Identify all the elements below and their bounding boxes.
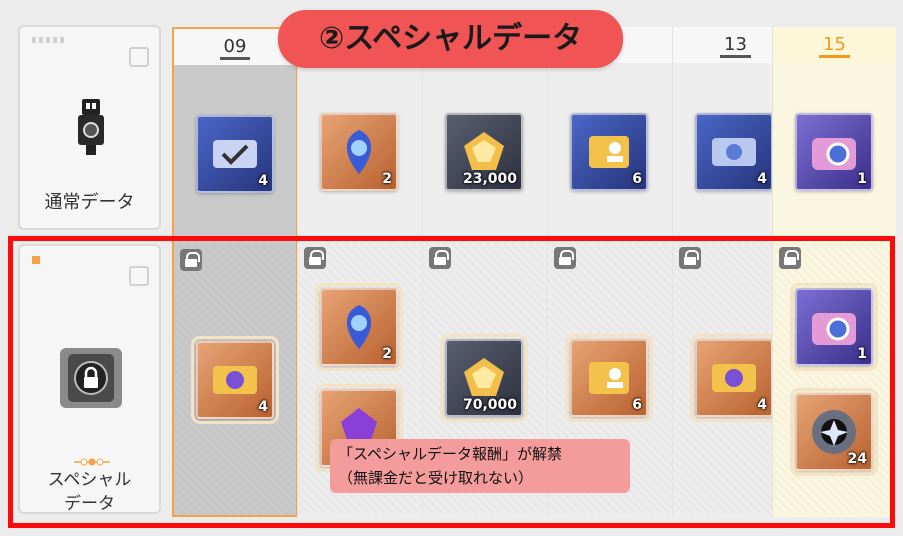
day-number: 15 [819, 34, 850, 58]
reward-tile-special[interactable]: 2 [315, 283, 403, 371]
lock-icon [554, 247, 576, 269]
reward-tile-normal[interactable]: 1 [795, 113, 873, 191]
reward-quantity: 1 [857, 171, 867, 187]
lock-icon [180, 249, 202, 271]
usb-drive-icon [78, 99, 104, 155]
annotation-line2: （無課金だと受け取れない） [338, 469, 534, 487]
special-reward-slot: 1 24 [773, 243, 896, 513]
id-card-icon [589, 136, 629, 168]
reward-quantity: 70,000 [462, 397, 517, 413]
normal-reward-slot: 4 [174, 65, 296, 233]
annotation-note: 「スペシャルデータ報酬」が解禁 （無課金だと受け取れない） [330, 439, 630, 493]
reward-quantity: 1 [857, 346, 867, 362]
special-reward-slot: 4 [174, 245, 296, 515]
ticket-check-icon [213, 140, 257, 168]
lock-icon [429, 247, 451, 269]
day-column-15[interactable]: 15 1 1 24 [772, 27, 896, 517]
decor-stripes [32, 37, 66, 43]
reward-calendar: 通常データ スペシャル データ 09 4 4 2 2 23,000 70,000… [0, 0, 903, 536]
blue-ticket-icon [712, 138, 756, 166]
gold-ticket-icon [213, 366, 257, 394]
special-data-row-label: スペシャル データ [18, 244, 161, 514]
id-card-icon [589, 362, 629, 394]
reward-quantity: 4 [757, 397, 767, 413]
reward-quantity: 2 [382, 346, 392, 362]
crystal-orb-icon [346, 305, 372, 349]
gold-ticket-icon [712, 364, 756, 392]
day-number: 13 [720, 34, 751, 58]
reward-quantity: 2 [382, 171, 392, 187]
reward-tile-special[interactable]: 4 [191, 336, 279, 424]
annotation-line1: 「スペシャルデータ報酬」が解禁 [338, 445, 562, 463]
reward-tile-normal[interactable]: 2 [320, 113, 398, 191]
reward-tile-special[interactable]: 24 [790, 388, 878, 476]
reward-tile-normal[interactable]: 4 [695, 113, 773, 191]
decor-dots [74, 458, 110, 466]
lock-icon [779, 247, 801, 269]
lock-icon [304, 247, 326, 269]
camera-icon [812, 313, 856, 345]
special-data-label-line2: データ [64, 494, 115, 514]
reward-quantity: 6 [632, 171, 642, 187]
special-data-label-line1: スペシャル [47, 470, 132, 490]
decor-corner [129, 266, 149, 286]
reward-tile-special[interactable]: 70,000 [440, 334, 528, 422]
reward-quantity: 4 [258, 399, 268, 415]
reward-tile-special[interactable]: 6 [565, 334, 653, 422]
reward-quantity: 4 [258, 173, 268, 189]
day-header: 15 [773, 27, 896, 63]
special-data-title-banner: ②スペシャルデータ [278, 10, 623, 68]
reward-quantity: 24 [847, 451, 867, 467]
reward-tile-normal[interactable]: 23,000 [445, 113, 523, 191]
crystal-orb-icon [346, 130, 372, 174]
reward-quantity: 23,000 [462, 171, 517, 187]
reward-tile-normal[interactable]: 4 [196, 115, 274, 193]
reward-tile-special[interactable]: 1 [790, 283, 878, 371]
normal-reward-slot: 1 [773, 63, 896, 231]
decor-corner [129, 47, 149, 67]
reward-tile-normal[interactable]: 6 [570, 113, 648, 191]
lock-icon [679, 247, 701, 269]
normal-reward-slot: 23,000 [423, 63, 548, 231]
normal-reward-slot: 6 [548, 63, 673, 231]
normal-data-row-label: 通常データ [18, 25, 161, 230]
decor-marker [32, 256, 40, 264]
reward-quantity: 4 [757, 171, 767, 187]
normal-data-label: 通常データ [44, 192, 135, 213]
day-column-09[interactable]: 09 4 4 [172, 27, 298, 517]
locked-disk-icon [60, 348, 122, 408]
camera-icon [812, 138, 856, 170]
day-number: 09 [219, 36, 251, 60]
normal-reward-slot: 2 [298, 63, 423, 231]
reward-quantity: 6 [632, 397, 642, 413]
special-data-label: スペシャル データ [20, 468, 159, 516]
reward-tile-special[interactable]: 4 [690, 334, 778, 422]
